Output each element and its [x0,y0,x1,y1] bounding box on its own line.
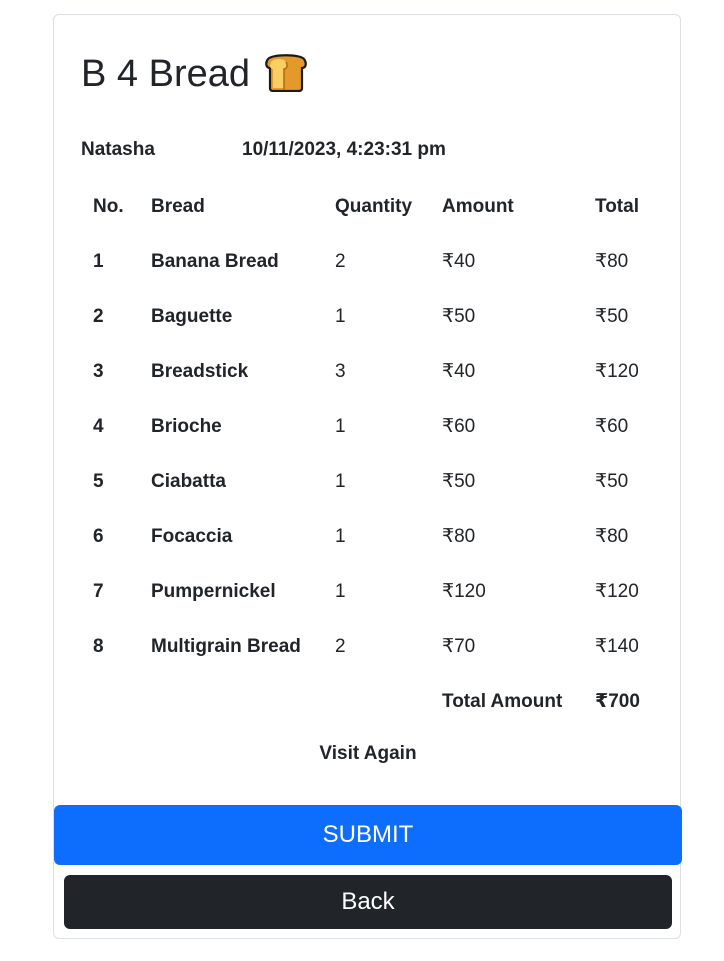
order-table: No. Bread Quantity Amount Total 1 Banana… [81,179,657,729]
column-header-bread: Bread [151,195,205,217]
row-total: ₹50 [595,306,629,327]
amount: ₹60 [442,416,476,437]
row-number: 5 [93,470,104,492]
table-row: 1 Banana Bread 2 ₹40 ₹80 [81,234,657,289]
total-row: Total Amount ₹700 [81,674,657,729]
amount: ₹70 [442,636,476,657]
amount: ₹50 [442,471,476,492]
row-number: 3 [93,360,104,382]
amount: ₹40 [442,361,476,382]
order-datetime: 10/11/2023, 4:23:31 pm [242,139,446,160]
total-amount-value: ₹700 [595,691,640,712]
column-header-no: No. [93,195,124,217]
row-total: ₹60 [595,416,629,437]
table-header-row: No. Bread Quantity Amount Total [81,179,657,234]
title-text: B 4 Bread [81,53,250,95]
row-number: 2 [93,305,104,327]
row-total: ₹80 [595,251,629,272]
empty-cell [81,674,139,729]
quantity: 3 [335,360,346,382]
customer-name: Natasha [81,139,155,160]
bread-name: Ciabatta [151,470,226,492]
bread-name: Multigrain Bread [151,635,301,657]
quantity: 2 [335,250,346,272]
quantity: 1 [335,580,346,602]
page-title: B 4 Bread [81,51,308,97]
amount: ₹120 [442,581,486,602]
row-total: ₹50 [595,471,629,492]
table-row: 5 Ciabatta 1 ₹50 ₹50 [81,454,657,509]
table-row: 8 Multigrain Bread 2 ₹70 ₹140 [81,619,657,674]
row-number: 6 [93,525,104,547]
row-total: ₹120 [595,581,639,602]
quantity: 2 [335,635,346,657]
bread-name: Focaccia [151,525,233,547]
amount: ₹50 [442,306,476,327]
bread-name: Pumpernickel [151,580,276,602]
row-total: ₹80 [595,526,629,547]
visit-again-message: Visit Again [319,743,417,764]
bread-icon [264,54,308,93]
total-amount-label: Total Amount [442,690,563,712]
quantity: 1 [335,470,346,492]
row-number: 7 [93,580,104,602]
row-total: ₹120 [595,361,639,382]
row-total: ₹140 [595,636,639,657]
quantity: 1 [335,525,346,547]
empty-cell [323,674,430,729]
table-row: 6 Focaccia 1 ₹80 ₹80 [81,509,657,564]
table-row: 2 Baguette 1 ₹50 ₹50 [81,289,657,344]
bread-name: Baguette [151,305,233,327]
bread-name: Breadstick [151,360,249,382]
empty-cell [139,674,323,729]
quantity: 1 [335,415,346,437]
row-number: 1 [93,250,104,272]
table-row: 7 Pumpernickel 1 ₹120 ₹120 [81,564,657,619]
table-row: 3 Breadstick 3 ₹40 ₹120 [81,344,657,399]
row-number: 4 [93,415,104,437]
amount: ₹80 [442,526,476,547]
submit-button[interactable]: SUBMIT [54,805,682,865]
bread-name: Banana Bread [151,250,279,272]
back-button[interactable]: Back [64,875,672,929]
column-header-total: Total [595,195,639,217]
row-number: 8 [93,635,104,657]
quantity: 1 [335,305,346,327]
bread-name: Brioche [151,415,222,437]
column-header-amount: Amount [442,195,514,217]
receipt-card: B 4 Bread Natasha 10/11/2023, 4:23:31 pm… [53,14,682,939]
column-header-quantity: Quantity [335,195,413,217]
table-row: 4 Brioche 1 ₹60 ₹60 [81,399,657,454]
amount: ₹40 [442,251,476,272]
